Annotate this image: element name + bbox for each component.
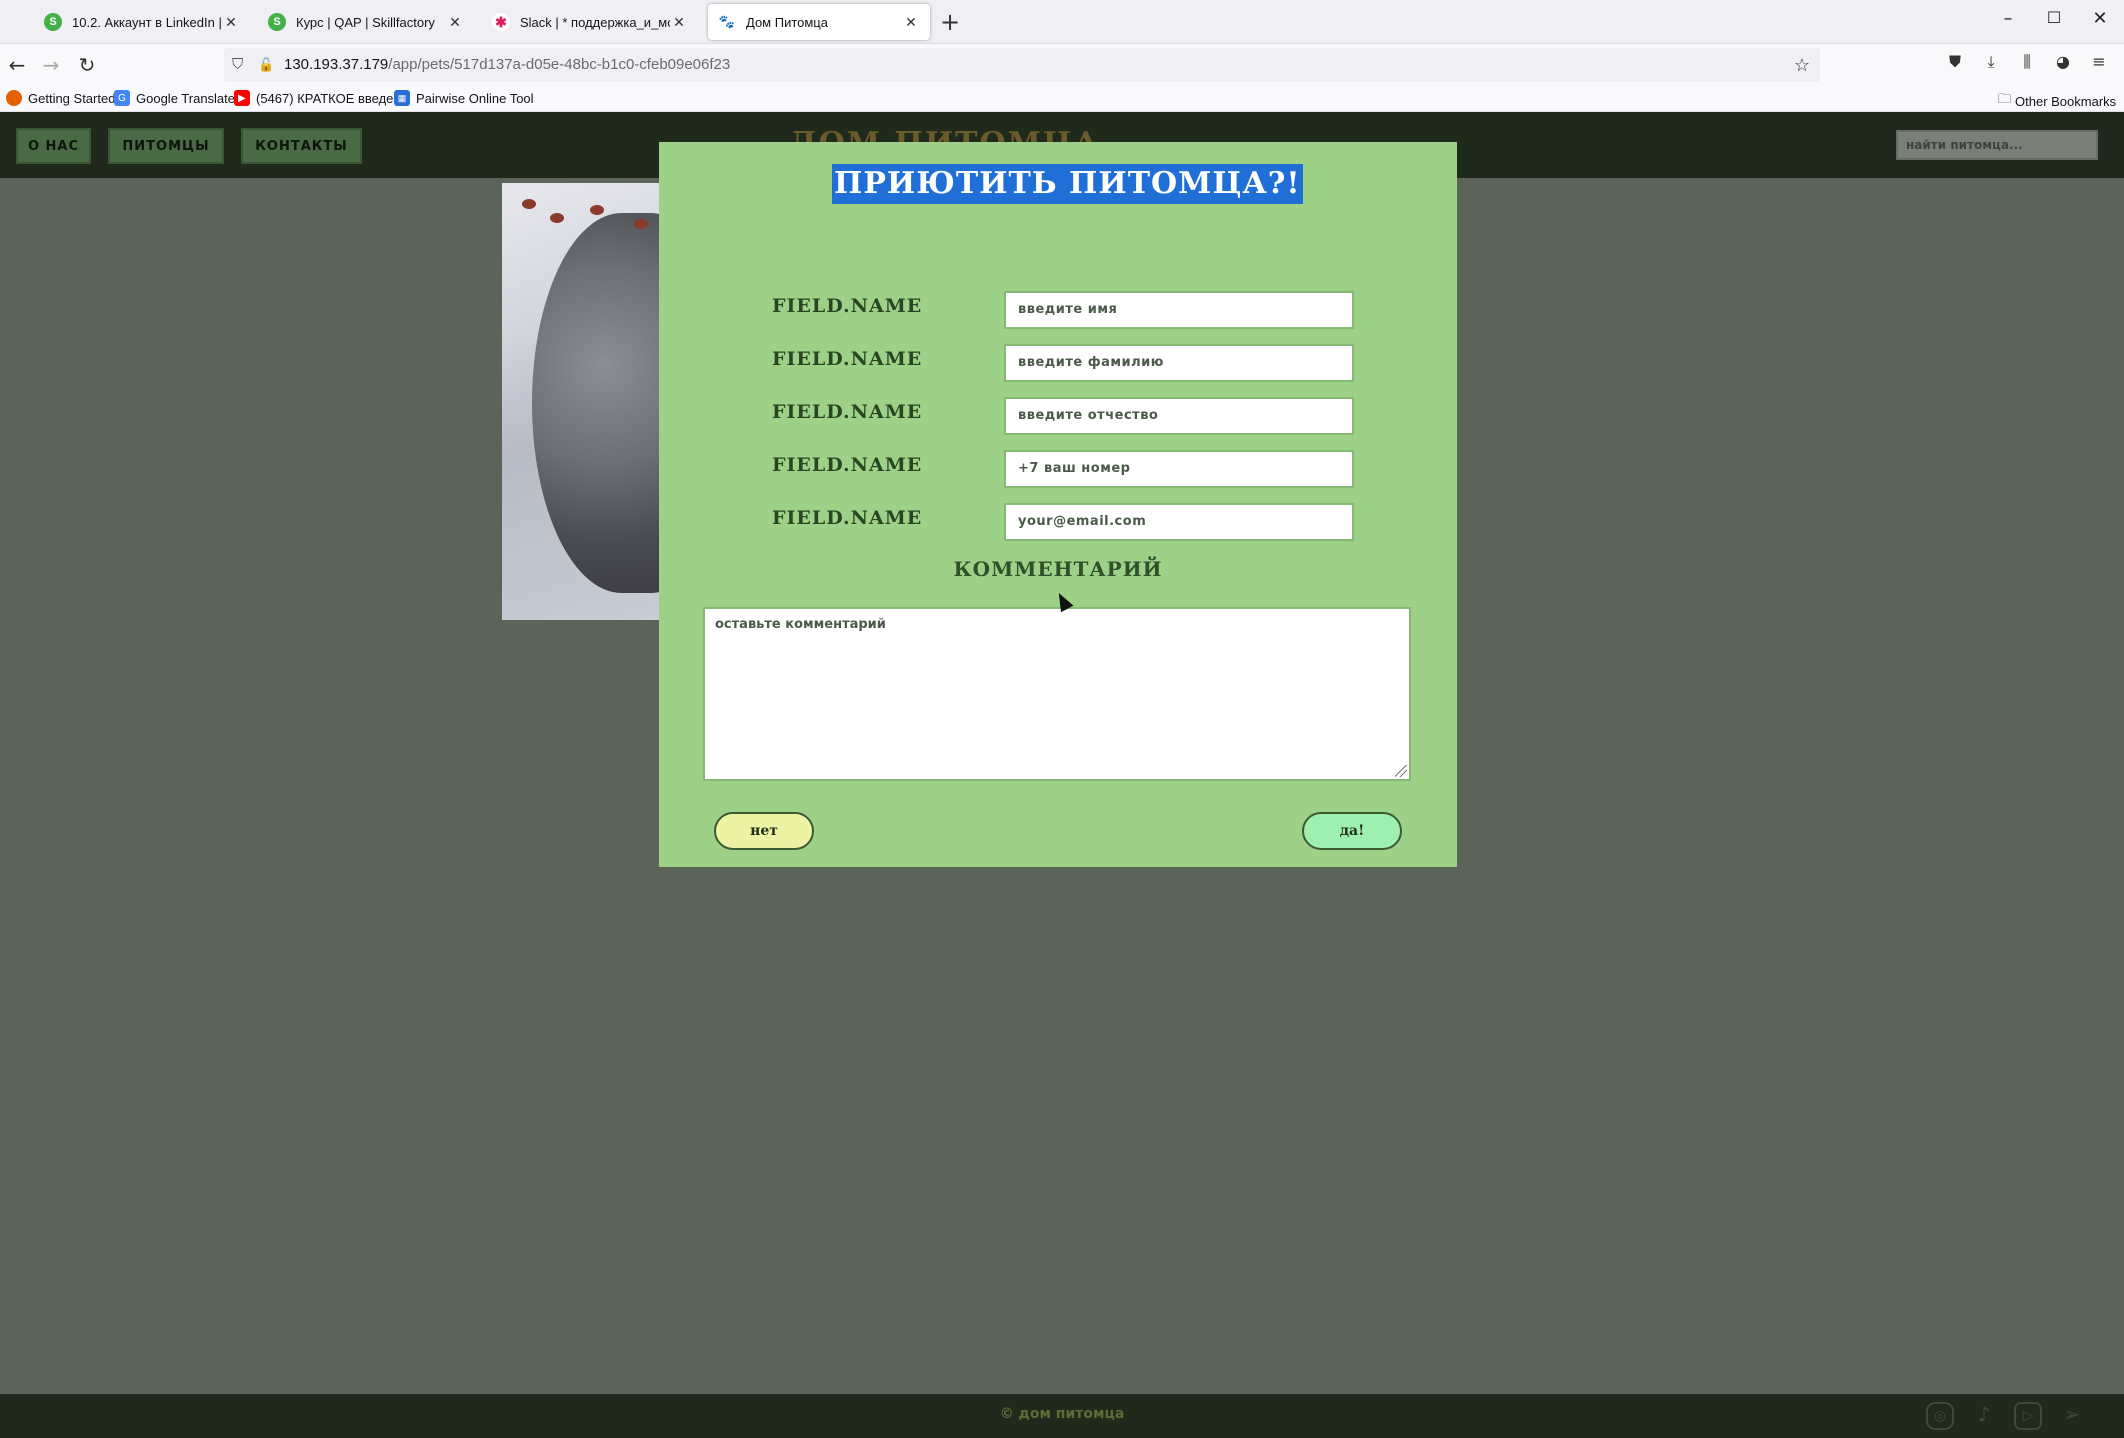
close-tab-icon[interactable]: ✕	[902, 14, 920, 31]
bookmark-getting-started[interactable]: Getting Started	[6, 90, 115, 106]
firefox-icon	[6, 90, 22, 106]
phone-input[interactable]: +7 ваш номер	[1004, 450, 1354, 488]
close-tab-icon[interactable]: ✕	[222, 14, 240, 31]
tab-title: Курс | QAP | Skillfactory	[296, 14, 435, 30]
comment-label: Комментарий	[953, 557, 1163, 581]
instagram-icon[interactable]: ◎	[1926, 1402, 1954, 1430]
skillfactory-icon: S	[44, 13, 62, 31]
bookmark-label: Google Translate	[136, 90, 236, 106]
address-bar[interactable]: ⛉ 🔓 130.193.37.179/app/pets/517d137a-d05…	[224, 48, 1820, 82]
field-label: field.name	[772, 295, 923, 317]
pet-image-fur	[532, 213, 662, 593]
first-name-input[interactable]: введите имя	[1004, 291, 1354, 329]
tiktok-icon[interactable]: ♪	[1970, 1402, 1998, 1430]
last-name-input[interactable]: введите фамилию	[1004, 344, 1354, 382]
tab-title: 10.2. Аккаунт в LinkedIn | Мод	[72, 14, 222, 30]
comment-textarea[interactable]: оставьте комментарий	[703, 607, 1411, 781]
browser-tab-2[interactable]: S Курс | QAP | Skillfactory ✕	[258, 4, 474, 40]
account-icon[interactable]: ◕	[2050, 52, 2076, 71]
adopt-modal: Приютить питомца?! field.name введите им…	[659, 142, 1457, 867]
field-label: field.name	[772, 401, 923, 423]
telegram-icon[interactable]: ➢	[2058, 1402, 2086, 1430]
browser-tab-1[interactable]: S 10.2. Аккаунт в LinkedIn | Мод ✕	[34, 4, 250, 40]
menu-icon[interactable]: ≡	[2086, 52, 2112, 71]
maximize-icon[interactable]: ☐	[2034, 8, 2074, 27]
shield-icon[interactable]: ⛉	[232, 48, 243, 82]
site-footer: © дом питомца ◎ ♪ ▷ ➢	[0, 1394, 2124, 1438]
bookmark-pairwise[interactable]: ▦ Pairwise Online Tool	[394, 90, 534, 106]
close-window-icon[interactable]: ✕	[2080, 8, 2120, 29]
downloads-icon[interactable]: ⤓	[1978, 52, 2004, 72]
bookmark-label: (5467) КРАТКОЕ введе...	[256, 90, 405, 106]
leaf-shape	[590, 205, 604, 215]
search-input[interactable]: найти питомца...	[1896, 130, 2098, 160]
browser-tab-bar: S 10.2. Аккаунт в LinkedIn | Мод ✕ S Кур…	[0, 0, 2124, 44]
no-button[interactable]: нет	[714, 812, 814, 850]
footer-copyright: © дом питомца	[999, 1406, 1125, 1422]
browser-tab-4[interactable]: 🐾 Дом Питомца ✕	[708, 4, 930, 40]
other-bookmarks[interactable]: 🗀 Other Bookmarks	[1998, 90, 2116, 112]
youtube-icon[interactable]: ▷	[2014, 1402, 2042, 1430]
menu-about[interactable]: о нас	[16, 128, 91, 164]
other-bookmarks-label: Other Bookmarks	[2015, 93, 2117, 109]
resize-handle-icon[interactable]	[1395, 765, 1407, 777]
tab-title: Slack | * поддержка_и_мотива	[520, 14, 670, 30]
leaf-shape	[634, 219, 648, 229]
leaf-shape	[550, 213, 564, 223]
lock-icon[interactable]: 🔓	[258, 48, 274, 82]
bookmark-label: Getting Started	[28, 90, 116, 106]
comment-placeholder: оставьте комментарий	[715, 617, 886, 632]
yes-button[interactable]: да!	[1302, 812, 1402, 850]
browser-tab-3[interactable]: ✱ Slack | * поддержка_и_мотива ✕	[482, 4, 698, 40]
email-input[interactable]: your@email.com	[1004, 503, 1354, 541]
pocket-icon[interactable]: ⛊	[1942, 52, 1968, 72]
leaf-shape	[522, 199, 536, 209]
tab-title: Дом Питомца	[746, 14, 828, 30]
browser-nav-bar: ← → ↻ ⛉ 🔓 130.193.37.179/app/pets/517d13…	[0, 44, 2124, 86]
library-icon[interactable]: ⫼	[2014, 52, 2040, 72]
new-tab-icon[interactable]: +	[940, 8, 960, 36]
pet-photo	[502, 183, 662, 620]
close-tab-icon[interactable]: ✕	[670, 14, 688, 31]
field-label: field.name	[772, 348, 923, 370]
minimize-icon[interactable]: –	[1988, 8, 2028, 29]
translate-icon: G	[114, 90, 130, 106]
grid-icon: ▦	[394, 90, 410, 106]
reload-icon[interactable]: ↻	[72, 50, 102, 80]
field-label: field.name	[772, 507, 923, 529]
skillfactory-icon: S	[268, 13, 286, 31]
bookmark-label: Pairwise Online Tool	[416, 90, 534, 106]
menu-pets[interactable]: питомцы	[108, 128, 224, 164]
forward-icon[interactable]: →	[36, 50, 66, 80]
folder-icon: 🗀	[1998, 91, 2012, 106]
patronymic-input[interactable]: введите отчество	[1004, 397, 1354, 435]
bookmark-google-translate[interactable]: G Google Translate	[114, 90, 235, 106]
bookmark-youtube[interactable]: ▶ (5467) КРАТКОЕ введе...	[234, 90, 404, 106]
modal-title: Приютить питомца?!	[832, 164, 1303, 204]
paw-icon: 🐾	[718, 13, 736, 31]
field-label: field.name	[772, 454, 923, 476]
bookmark-star-icon[interactable]: ☆	[1794, 48, 1810, 82]
url-text[interactable]: 130.193.37.179/app/pets/517d137a-d05e-48…	[284, 48, 730, 82]
youtube-icon: ▶	[234, 90, 250, 106]
back-icon[interactable]: ←	[2, 50, 32, 80]
menu-contacts[interactable]: контакты	[241, 128, 362, 164]
close-tab-icon[interactable]: ✕	[446, 14, 464, 31]
bookmarks-bar: Getting Started G Google Translate ▶ (54…	[0, 86, 2124, 112]
slack-icon: ✱	[492, 13, 510, 31]
